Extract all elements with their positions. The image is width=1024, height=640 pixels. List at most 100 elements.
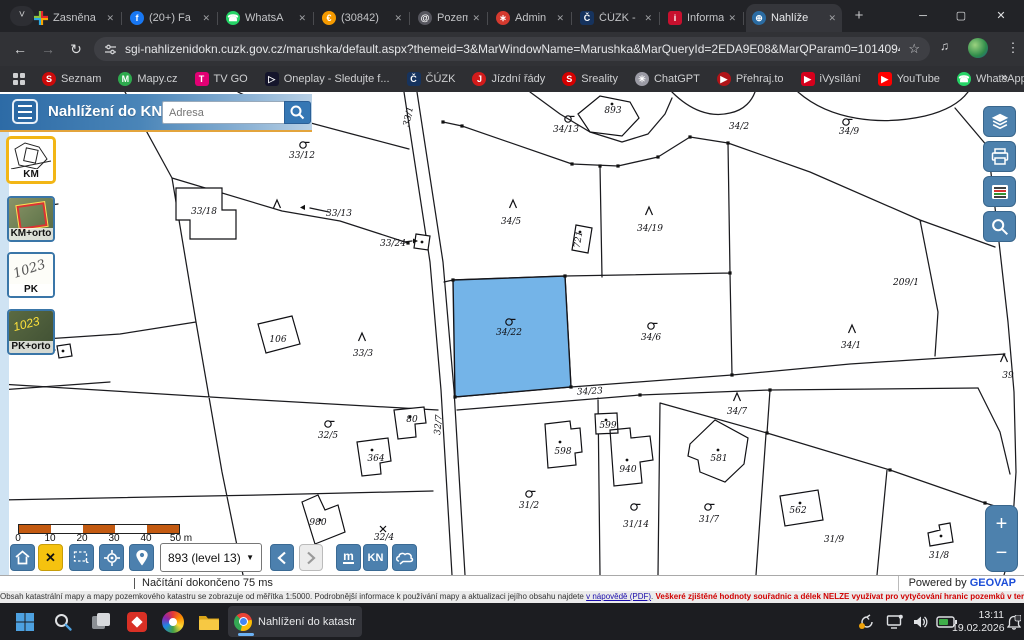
parcel-label: 32/7 xyxy=(433,414,445,435)
red-app-icon[interactable] xyxy=(126,611,148,633)
browser-tab[interactable]: iInforma✕ xyxy=(662,4,742,32)
bookmark-item[interactable]: SSeznam xyxy=(42,72,101,86)
bookmark-label: ChatGPT xyxy=(654,73,700,85)
legend-button[interactable] xyxy=(983,176,1016,207)
home-extent-button[interactable] xyxy=(10,544,35,571)
place-marker-button[interactable] xyxy=(129,544,154,571)
tab-close-icon[interactable]: ✕ xyxy=(106,13,114,24)
notification-bell-icon[interactable] xyxy=(1007,615,1021,630)
taskbar-clock[interactable]: 13:11 19.02.2026 xyxy=(952,609,1004,634)
tab-close-icon[interactable]: ✕ xyxy=(298,13,306,24)
lasso-select-button[interactable] xyxy=(392,544,417,571)
layer-button-km[interactable]: KM xyxy=(7,137,55,183)
tab-close-icon[interactable]: ✕ xyxy=(472,13,480,24)
browser-tab[interactable]: €(30842)✕ xyxy=(316,4,408,32)
tab-close-icon[interactable]: ✕ xyxy=(556,13,564,24)
bookmark-favicon: S xyxy=(42,72,56,86)
tab-title: Pozeme xyxy=(437,12,468,24)
search-button[interactable] xyxy=(284,101,311,124)
window-close-button[interactable]: ✕ xyxy=(986,0,1016,32)
new-tab-button[interactable]: + xyxy=(848,5,870,27)
map-level-select[interactable]: 893 (level 13) ▼ xyxy=(160,543,262,572)
print-button[interactable] xyxy=(983,141,1016,172)
bookmark-favicon: M xyxy=(118,72,132,86)
layer-button-pk-orto[interactable]: 1023 PK+orto xyxy=(7,309,55,355)
reload-button[interactable]: ↻ xyxy=(66,39,86,59)
file-explorer-icon[interactable] xyxy=(198,611,220,633)
gps-locate-button[interactable] xyxy=(99,544,124,571)
layer-button-km-orto[interactable]: KM+orto xyxy=(7,196,55,242)
tab-close-icon[interactable]: ✕ xyxy=(728,13,736,24)
browser-tab[interactable]: ⊕Nahlíže✕ xyxy=(746,4,842,32)
bookmark-item[interactable]: JJízdní řády xyxy=(472,72,545,86)
bookmark-item[interactable]: ☎WhatsApp xyxy=(957,72,1024,86)
zoom-in-button[interactable]: + xyxy=(986,514,1017,534)
geovap-brand[interactable]: GEOVAP xyxy=(970,577,1016,589)
network-tray-icon[interactable] xyxy=(886,614,904,630)
rectangle-select-button[interactable] xyxy=(69,544,94,571)
bookmark-item[interactable]: ✳ChatGPT xyxy=(635,72,700,86)
bookmark-item[interactable]: ▶Přehraj.to xyxy=(717,72,784,86)
taskbar: Nahlížení do katastru n 13:11 19.02.2026 xyxy=(0,603,1024,640)
tab-favicon: ☎ xyxy=(226,11,240,25)
zoom-window-button[interactable] xyxy=(983,211,1016,242)
measure-button[interactable]: m xyxy=(336,544,361,571)
media-playlist-icon[interactable]: ♫ xyxy=(940,39,949,53)
help-pdf-link[interactable]: v nápovědě (PDF) xyxy=(586,592,651,601)
volume-tray-icon[interactable] xyxy=(912,614,930,630)
disclaimer-bar: Obsah katastrální mapy a mapy pozemkovéh… xyxy=(0,591,1024,603)
layer-button-pk[interactable]: 1023 PK xyxy=(7,252,55,298)
bookmark-favicon: ▷ xyxy=(265,72,279,86)
bookmark-item[interactable]: ČČÚZK xyxy=(407,72,456,86)
tab-close-icon[interactable]: ✕ xyxy=(202,13,210,24)
bookmarks-bar: SSeznam MMapy.cz TTV GO ▷Oneplay - Sledujte… xyxy=(0,66,1024,92)
bookmark-item[interactable]: MMapy.cz xyxy=(118,72,177,86)
menu-hamburger-icon[interactable] xyxy=(12,99,38,124)
profile-avatar[interactable] xyxy=(968,38,988,58)
paint-app-icon[interactable] xyxy=(162,611,184,633)
history-back-button[interactable] xyxy=(270,544,294,571)
browser-tab[interactable]: @Pozeme✕ xyxy=(412,4,486,32)
browser-tab[interactable]: ☎WhatsA✕ xyxy=(220,4,312,32)
bookmarks-overflow-icon[interactable]: » xyxy=(1001,69,1008,84)
tab-close-icon[interactable]: ✕ xyxy=(394,13,402,24)
browser-tab[interactable]: ČČÚZK -✕ xyxy=(574,4,658,32)
layers-panel-button[interactable] xyxy=(983,106,1016,137)
bookmark-item[interactable]: TTV GO xyxy=(195,72,248,86)
cancel-selection-button[interactable]: ✕ xyxy=(38,544,63,571)
disclaimer-warning: Veškeré zjištěné hodnoty souřadnic a dél… xyxy=(656,592,1024,601)
task-view-icon[interactable] xyxy=(90,611,112,633)
site-settings-icon[interactable] xyxy=(104,43,117,56)
address-search-input[interactable] xyxy=(162,101,290,124)
tab-close-icon[interactable]: ✕ xyxy=(644,13,652,24)
lasso-icon xyxy=(395,550,414,565)
screen: ˅ Zasněna✕f(20+) Fa✕☎WhatsA✕€(30842)✕@Po… xyxy=(0,0,1024,640)
sync-tray-icon[interactable] xyxy=(858,614,876,630)
taskbar-search-icon[interactable] xyxy=(52,611,74,633)
bookmark-label: TV GO xyxy=(214,73,248,85)
bookmark-item[interactable]: ▷Oneplay - Sledujte f... xyxy=(265,72,390,86)
bookmark-item[interactable]: ▶YouTube xyxy=(878,72,940,86)
kn-info-button[interactable]: KN xyxy=(363,544,388,571)
address-bar[interactable]: sgi-nahlizenidokn.cuzk.gov.cz/marushka/d… xyxy=(94,37,930,61)
bookmark-star-icon[interactable]: ☆ xyxy=(908,41,920,57)
back-button[interactable]: ← xyxy=(10,39,30,59)
bookmark-item[interactable]: ▶iVysílání xyxy=(801,72,861,86)
browser-tab[interactable]: Zasněna✕ xyxy=(28,4,120,32)
window-restore-button[interactable]: ▢ xyxy=(946,0,976,32)
forward-button[interactable]: → xyxy=(38,39,58,59)
apps-grid-icon[interactable] xyxy=(12,72,26,86)
browser-tab[interactable]: ∗Admin✕ xyxy=(490,4,570,32)
zoom-out-button[interactable]: − xyxy=(986,543,1017,563)
history-forward-button[interactable] xyxy=(299,544,323,571)
taskbar-active-window[interactable]: Nahlížení do katastru n xyxy=(228,606,362,637)
browser-tab[interactable]: f(20+) Fa✕ xyxy=(124,4,216,32)
bookmark-item[interactable]: SSreality xyxy=(562,72,618,86)
tab-close-icon[interactable]: ✕ xyxy=(828,13,836,24)
scale-tick-label: 0 xyxy=(15,533,21,544)
start-button-icon[interactable] xyxy=(14,611,36,633)
window-minimize-button[interactable]: ─ xyxy=(908,0,938,32)
tab-title: ČÚZK - xyxy=(599,12,640,24)
browser-menu-icon[interactable]: ⋮ xyxy=(1006,38,1020,58)
cadastral-map[interactable]: 33/133/1289334/1334/234/933/1833/1333/24… xyxy=(0,92,1024,576)
